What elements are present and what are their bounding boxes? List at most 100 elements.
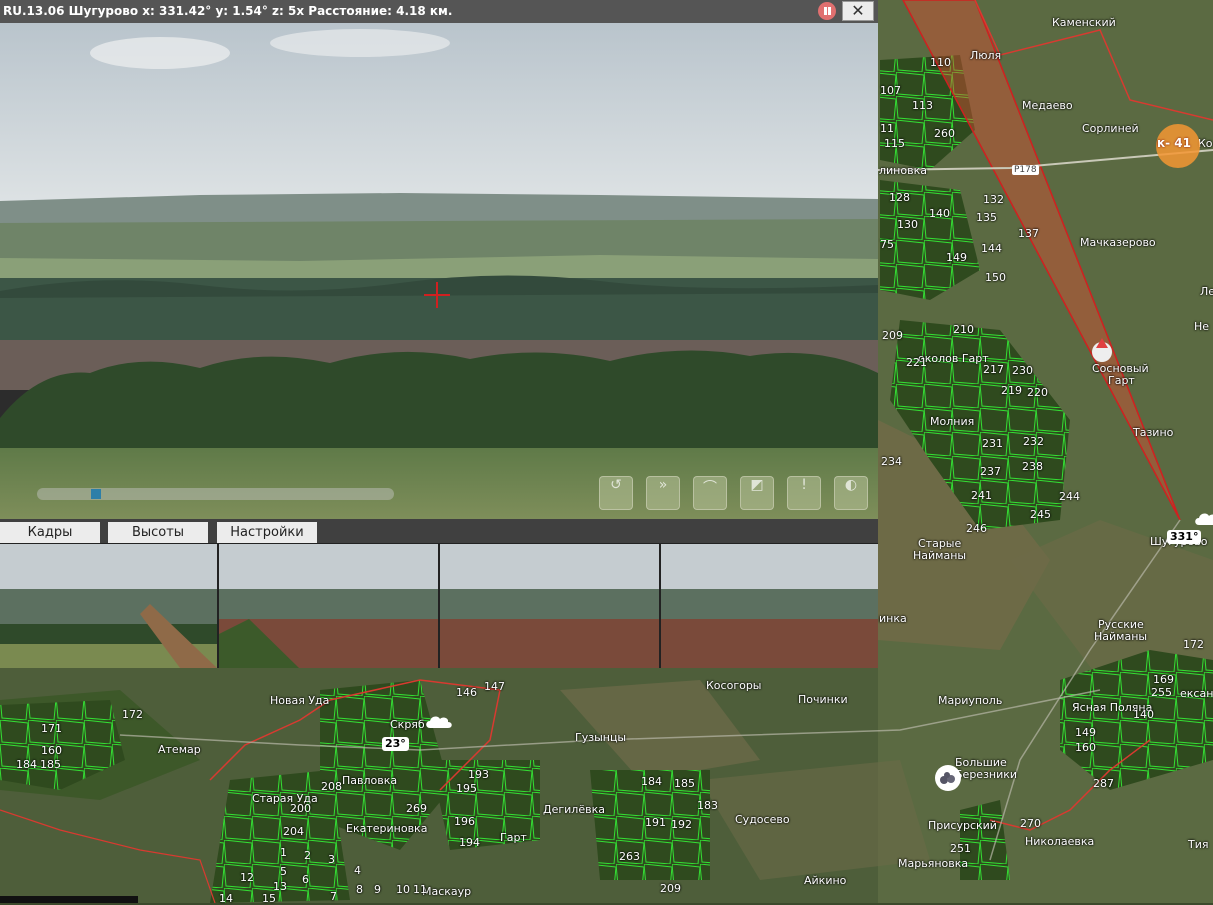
place-label: Тазино (1133, 426, 1174, 439)
plot-number: 149 (1075, 726, 1096, 739)
frame-thumbnails (0, 543, 878, 668)
plot-number: 200 (290, 802, 311, 815)
tab-bar: Кадры Высоты Настройки (0, 519, 878, 543)
alert-icon[interactable]: ! (787, 476, 821, 510)
plot-number: 110 (930, 56, 951, 69)
plot-number: 113 (912, 99, 933, 112)
plot-number: 246 (966, 522, 987, 535)
place-label: Гарт (1108, 374, 1135, 387)
plot-number: 251 (950, 842, 971, 855)
plot-number: 8 (356, 883, 363, 896)
plot-number: 210 (953, 323, 974, 336)
plot-number: 11 (880, 122, 894, 135)
camera-tower-icon[interactable] (1088, 336, 1116, 364)
plot-number: 209 (660, 882, 681, 895)
close-button[interactable]: ✕ (842, 1, 874, 21)
tab-settings[interactable]: Настройки (217, 522, 317, 543)
playback-timeline[interactable] (37, 488, 394, 500)
timeline-marker[interactable] (91, 489, 101, 499)
place-label: Не (1194, 320, 1210, 333)
fast-forward-icon[interactable]: » (646, 476, 680, 510)
plot-number: 192 (671, 818, 692, 831)
plot-number: 15 (262, 892, 276, 905)
place-label: Косогоры (706, 679, 762, 692)
cloud-icon (426, 716, 452, 728)
plot-number: 185 (674, 777, 695, 790)
plot-number: 9 (374, 883, 381, 896)
wiper-icon[interactable]: ⌒ (693, 476, 727, 510)
window-title: RU.13.06 Шугурово x: 331.42° y: 1.54° z:… (3, 4, 453, 18)
frame-thumbnail[interactable] (440, 544, 659, 668)
layers-icon[interactable]: ◐ (834, 476, 868, 510)
place-label: Люля (970, 49, 1002, 62)
place-label: Ле (1200, 285, 1213, 298)
plot-number: 238 (1022, 460, 1043, 473)
plot-number: 169 (1153, 673, 1174, 686)
place-label: Судосево (735, 813, 790, 826)
plot-number: 255 (1151, 686, 1172, 699)
plot-number: 204 (283, 825, 304, 838)
place-label: Молния (930, 415, 975, 428)
fire-label: к- 41 (1157, 136, 1192, 150)
plot-number: 140 (929, 207, 950, 220)
place-label: Николаевка (1025, 835, 1095, 848)
frame-thumbnail[interactable] (219, 544, 438, 668)
plot-number: 287 (1093, 777, 1114, 790)
place-label: Мариуполь (938, 694, 1003, 707)
plot-number: 217 (983, 363, 1004, 376)
plot-number: 184 (641, 775, 662, 788)
place-label: Ко (1198, 137, 1213, 150)
plot-number: 234 (881, 455, 902, 468)
plot-number: 171 (41, 722, 62, 735)
place-label: Березники (955, 768, 1018, 781)
plot-number: 208 (321, 780, 342, 793)
place-label: инка (879, 612, 907, 625)
frame-thumbnail[interactable] (0, 544, 217, 668)
plot-number: 172 (122, 708, 143, 721)
plot-number: 263 (619, 850, 640, 863)
camera-view[interactable] (0, 23, 878, 519)
pause-button[interactable] (818, 2, 836, 20)
place-label: Павловка (342, 774, 398, 787)
plot-number: 185 (40, 758, 61, 771)
plot-number: 7 (330, 890, 337, 903)
plot-number: 232 (1023, 435, 1044, 448)
place-label: Айкино (804, 874, 847, 887)
plot-number: 3 (328, 853, 335, 866)
place-label: Медаево (1022, 99, 1073, 112)
camera-window: RU.13.06 Шугурово x: 331.42° y: 1.54° z:… (0, 0, 878, 668)
plot-number: 6 (302, 873, 309, 886)
rocks-icon[interactable] (934, 764, 962, 792)
plot-number: 130 (897, 218, 918, 231)
plot-number: 220 (1027, 386, 1048, 399)
plot-number: 14 (219, 892, 233, 905)
window-icon[interactable]: ◩ (740, 476, 774, 510)
tab-heights[interactable]: Высоты (108, 522, 208, 543)
plot-number: 11 (413, 883, 427, 896)
plot-number: 132 (983, 193, 1004, 206)
frame-thumbnail[interactable] (661, 544, 878, 668)
rotate-left-icon[interactable]: ↺ (599, 476, 633, 510)
plot-number: 244 (1059, 490, 1080, 503)
plot-number: 1 (280, 846, 287, 859)
plot-number: 115 (884, 137, 905, 150)
plot-number: 140 (1133, 708, 1154, 721)
plot-number: 160 (41, 744, 62, 757)
place-label: Каменский (1052, 16, 1116, 29)
window-titlebar[interactable]: RU.13.06 Шугурово x: 331.42° y: 1.54° z:… (0, 0, 878, 23)
plot-number: 160 (1075, 741, 1096, 754)
place-label: Найманы (1094, 630, 1148, 643)
place-label: Атемар (158, 743, 201, 756)
plot-number: 149 (946, 251, 967, 264)
camera-image[interactable] (0, 23, 878, 519)
place-label: Тия (1188, 838, 1209, 851)
plot-number: 4 (354, 864, 361, 877)
place-label: Сорлиней (1082, 122, 1139, 135)
place-label: Маскаур (422, 885, 472, 898)
plot-number: 147 (484, 680, 505, 693)
place-label: Присурский (928, 819, 997, 832)
place-label: Екатериновка (346, 822, 428, 835)
plot-number: 128 (889, 191, 910, 204)
place-label: Найманы (913, 549, 967, 562)
tab-frames[interactable]: Кадры (0, 522, 100, 543)
